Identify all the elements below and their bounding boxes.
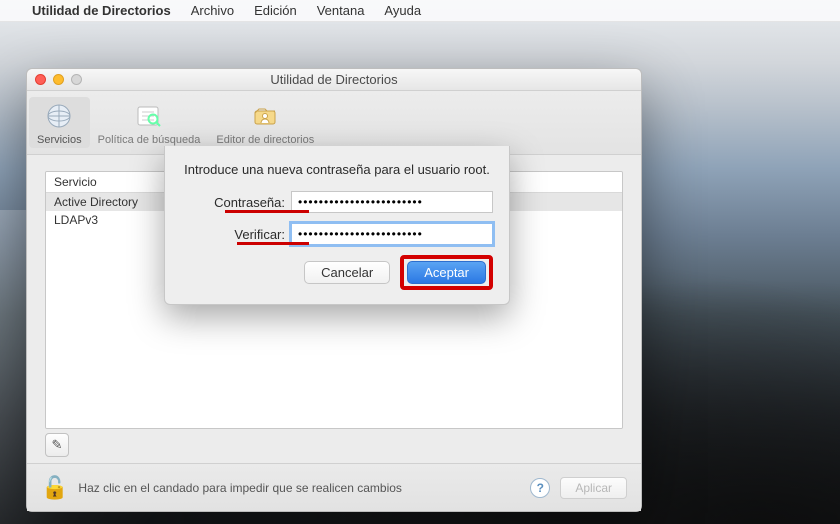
lock-hint-text: Haz clic en el candado para impedir que …	[78, 481, 402, 495]
accept-button[interactable]: Aceptar	[407, 261, 486, 284]
toolbar-search-policy[interactable]: Política de búsqueda	[90, 97, 209, 148]
verify-field[interactable]	[291, 223, 493, 245]
edit-toolbar: ✎	[45, 433, 623, 457]
toolbar-dir-editor-label: Editor de directorios	[216, 134, 314, 146]
cancel-button[interactable]: Cancelar	[304, 261, 390, 284]
menu-edicion[interactable]: Edición	[254, 3, 297, 18]
help-icon: ?	[537, 481, 544, 495]
minimize-icon[interactable]	[53, 74, 64, 85]
sheet-button-row: Cancelar Aceptar	[181, 255, 493, 290]
window-title: Utilidad de Directorios	[270, 72, 397, 87]
annotation-highlight-box: Aceptar	[400, 255, 493, 290]
zoom-icon[interactable]	[71, 74, 82, 85]
toolbar-dir-editor[interactable]: Editor de directorios	[208, 97, 322, 148]
menubar-app-name[interactable]: Utilidad de Directorios	[32, 3, 171, 18]
lock-open-icon[interactable]: 🔓	[41, 475, 68, 501]
annotation-underline	[237, 242, 309, 245]
root-password-sheet: Introduce una nueva contraseña para el u…	[164, 146, 510, 305]
window-controls	[35, 74, 82, 85]
menu-archivo[interactable]: Archivo	[191, 3, 234, 18]
menu-ayuda[interactable]: Ayuda	[384, 3, 421, 18]
password-label: Contraseña:	[181, 195, 291, 210]
password-field[interactable]	[291, 191, 493, 213]
help-button[interactable]: ?	[530, 478, 550, 498]
folder-person-icon	[250, 100, 280, 132]
magnifier-list-icon	[134, 100, 164, 132]
verify-label: Verificar:	[181, 227, 291, 242]
annotation-underline	[225, 210, 309, 213]
apply-button: Aplicar	[560, 477, 627, 499]
close-icon[interactable]	[35, 74, 46, 85]
sheet-prompt: Introduce una nueva contraseña para el u…	[181, 162, 493, 177]
globe-icon	[44, 100, 74, 132]
toolbar-services-label: Servicios	[37, 134, 82, 146]
menu-ventana[interactable]: Ventana	[317, 3, 365, 18]
edit-button[interactable]: ✎	[45, 433, 69, 457]
verify-row: Verificar:	[181, 223, 493, 245]
pencil-icon: ✎	[52, 437, 63, 453]
password-row: Contraseña:	[181, 191, 493, 213]
window-footer: 🔓 Haz clic en el candado para impedir qu…	[27, 463, 641, 511]
window-titlebar[interactable]: Utilidad de Directorios	[27, 69, 641, 91]
toolbar-services[interactable]: Servicios	[29, 97, 90, 148]
toolbar-search-policy-label: Política de búsqueda	[98, 134, 201, 146]
menubar: Utilidad de Directorios Archivo Edición …	[0, 0, 840, 22]
